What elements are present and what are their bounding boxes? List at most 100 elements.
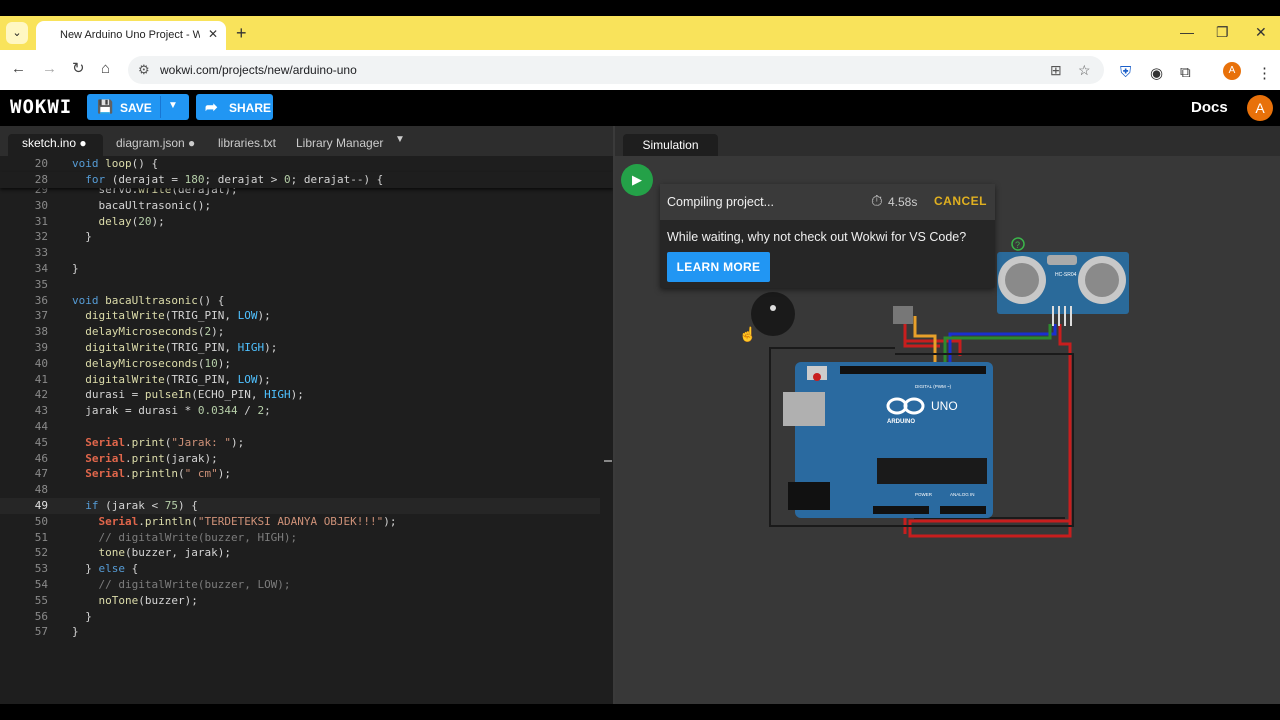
site-info-icon[interactable]: ⚙	[138, 62, 150, 78]
close-tab-icon[interactable]: ✕	[208, 27, 218, 41]
code-line[interactable]: 57}	[0, 624, 600, 640]
code-line[interactable]: 51 // digitalWrite(buzzer, HIGH);	[0, 530, 600, 546]
tab-simulation[interactable]: Simulation	[623, 134, 718, 156]
code-line[interactable]: 52 tone(buzzer, jarak);	[0, 545, 600, 561]
code-text[interactable]: } else {	[72, 561, 138, 577]
code-text[interactable]: }	[72, 229, 92, 245]
extensions-puzzle-icon[interactable]: ⧉	[1180, 64, 1191, 81]
profile-avatar[interactable]: A	[1223, 62, 1241, 80]
code-text[interactable]: }	[72, 261, 79, 277]
forward-icon[interactable]: →	[42, 61, 57, 77]
code-text[interactable]: }	[72, 609, 92, 625]
code-line[interactable]: 42 durasi = pulseIn(ECHO_PIN, HIGH);	[0, 387, 600, 403]
tab-libraries-txt[interactable]: libraries.txt	[218, 136, 276, 150]
code-text[interactable]: }	[72, 624, 79, 640]
code-text[interactable]: digitalWrite(TRIG_PIN, HIGH);	[72, 340, 277, 356]
browser-tab[interactable]: New Arduino Uno Project - Wokwi ✕	[36, 21, 226, 50]
learn-more-button[interactable]: LEARN MORE	[667, 252, 770, 282]
code-line[interactable]: 43 jarak = durasi * 0.0344 / 2;	[0, 403, 600, 419]
code-line[interactable]: 34}	[0, 261, 600, 277]
code-line[interactable]: 54 // digitalWrite(buzzer, LOW);	[0, 577, 600, 593]
code-line[interactable]: 46 Serial.print(jarak);	[0, 451, 600, 467]
restore-icon[interactable]: ❐	[1216, 24, 1229, 41]
code-line[interactable]: 39 digitalWrite(TRIG_PIN, HIGH);	[0, 340, 600, 356]
address-bar[interactable]: ⚙ wokwi.com/projects/new/arduino-uno ⊞ ☆	[128, 56, 1104, 84]
tab-search-icon[interactable]: ⌄	[6, 22, 28, 44]
tab-diagram-json[interactable]: diagram.json ●	[116, 136, 195, 150]
cancel-button[interactable]: CANCEL	[934, 194, 987, 208]
code-text[interactable]: void loop() {	[72, 156, 158, 172]
code-text[interactable]: Serial.println(" cm");	[72, 466, 231, 482]
code-text[interactable]: delayMicroseconds(10);	[72, 356, 231, 372]
code-line[interactable]: 56 }	[0, 609, 600, 625]
code-line[interactable]: 37 digitalWrite(TRIG_PIN, LOW);	[0, 308, 600, 324]
translate-icon[interactable]: ⊞	[1050, 62, 1062, 79]
code-text[interactable]: Serial.print("Jarak: ");	[72, 435, 244, 451]
bookmark-star-icon[interactable]: ☆	[1078, 62, 1091, 79]
scrollbar-marker[interactable]	[604, 460, 612, 462]
code-line[interactable]: 40 delayMicroseconds(10);	[0, 356, 600, 372]
play-button[interactable]: ▶	[621, 164, 653, 196]
code-line[interactable]: 33	[0, 245, 600, 261]
code-text[interactable]: for (derajat = 180; derajat > 0; derajat…	[72, 172, 383, 188]
code-line[interactable]: 53 } else {	[0, 561, 600, 577]
code-line[interactable]: 20 void loop() {	[0, 156, 613, 172]
wokwi-logo[interactable]: WOKWI	[10, 96, 72, 118]
tab-sketch-ino[interactable]: sketch.ino ●	[22, 136, 87, 150]
code-text[interactable]: delayMicroseconds(2);	[72, 324, 224, 340]
share-button[interactable]: ➦ SHARE	[196, 94, 273, 120]
save-button[interactable]: 💾 SAVE ▼	[87, 94, 189, 120]
ultrasonic-sensor[interactable]: HC-SR04	[997, 252, 1129, 326]
code-line[interactable]: 35	[0, 277, 600, 293]
url-text[interactable]: wokwi.com/projects/new/arduino-uno	[160, 63, 357, 77]
code-text[interactable]: jarak = durasi * 0.0344 / 2;	[72, 403, 270, 419]
code-editor[interactable]: 29 servo.write(derajat); 30 bacaUltrasoni…	[0, 156, 613, 704]
code-text[interactable]: void bacaUltrasonic() {	[72, 293, 224, 309]
code-line[interactable]: 47 Serial.println(" cm");	[0, 466, 600, 482]
extension-circle-icon[interactable]: ◉	[1150, 64, 1163, 82]
new-tab-button[interactable]: +	[236, 24, 247, 42]
code-line[interactable]: 44	[0, 419, 600, 435]
code-line[interactable]: 55 noTone(buzzer);	[0, 593, 600, 609]
code-text[interactable]: // digitalWrite(buzzer, LOW);	[72, 577, 291, 593]
back-icon[interactable]: ←	[11, 61, 26, 77]
code-text[interactable]: digitalWrite(TRIG_PIN, LOW);	[72, 372, 270, 388]
code-text[interactable]: Serial.print(jarak);	[72, 451, 217, 467]
docs-link[interactable]: Docs	[1191, 99, 1228, 116]
code-text[interactable]: tone(buzzer, jarak);	[72, 545, 231, 561]
code-text[interactable]: durasi = pulseIn(ECHO_PIN, HIGH);	[72, 387, 304, 403]
code-line[interactable]: 48	[0, 482, 600, 498]
code-line[interactable]: 45 Serial.print("Jarak: ");	[0, 435, 600, 451]
code-line[interactable]: 50 Serial.println("TERDETEKSI ADANYA OBJ…	[0, 514, 600, 530]
arduino-uno-board[interactable]: UNO ARDUINO DIGITAL (PWM ~) POWER ANALOG…	[783, 362, 993, 518]
save-dropdown-icon[interactable]: ▼	[168, 100, 178, 111]
browser-tab-strip: ⌄ New Arduino Uno Project - Wokwi ✕ + — …	[0, 16, 1280, 50]
code-text[interactable]: delay(20);	[72, 214, 165, 230]
code-line[interactable]: 38 delayMicroseconds(2);	[0, 324, 600, 340]
code-line[interactable]: 31 delay(20);	[0, 214, 600, 230]
servo-connector[interactable]	[893, 306, 913, 324]
code-text[interactable]: // digitalWrite(buzzer, HIGH);	[72, 530, 298, 546]
reload-icon[interactable]: ↻	[72, 61, 85, 77]
minimize-icon[interactable]: —	[1180, 24, 1194, 40]
home-icon[interactable]: ⌂	[101, 61, 110, 77]
shield-extension-icon[interactable]: ⛨	[1120, 64, 1131, 81]
tab-library-manager[interactable]: Library Manager	[296, 136, 383, 150]
code-text[interactable]: Serial.println("TERDETEKSI ADANYA OBJEK!…	[72, 514, 397, 530]
simulation-canvas[interactable]: HC-SR04 ? UNO ARDUINO DIGITAL (PWM ~) PO…	[615, 156, 1280, 704]
code-text[interactable]: digitalWrite(TRIG_PIN, LOW);	[72, 308, 270, 324]
code-line[interactable]: 49 if (jarak < 75) {	[0, 498, 600, 514]
code-line[interactable]: 41 digitalWrite(TRIG_PIN, LOW);	[0, 372, 600, 388]
code-line[interactable]: 32 }	[0, 229, 600, 245]
close-window-icon[interactable]: ✕	[1255, 24, 1267, 41]
browser-menu-icon[interactable]: ⋮	[1257, 64, 1272, 82]
tabs-dropdown-icon[interactable]: ▼	[395, 134, 405, 145]
code-text[interactable]: bacaUltrasonic();	[72, 198, 211, 214]
code-text[interactable]: if (jarak < 75) {	[72, 498, 198, 514]
user-avatar[interactable]: A	[1247, 95, 1273, 121]
code-text[interactable]: noTone(buzzer);	[72, 593, 198, 609]
buzzer[interactable]	[751, 292, 795, 336]
code-line[interactable]: 36 void bacaUltrasonic() {	[0, 293, 600, 309]
code-line[interactable]: 28 for (derajat = 180; derajat > 0; dera…	[0, 172, 613, 188]
code-line[interactable]: 30 bacaUltrasonic();	[0, 198, 600, 214]
